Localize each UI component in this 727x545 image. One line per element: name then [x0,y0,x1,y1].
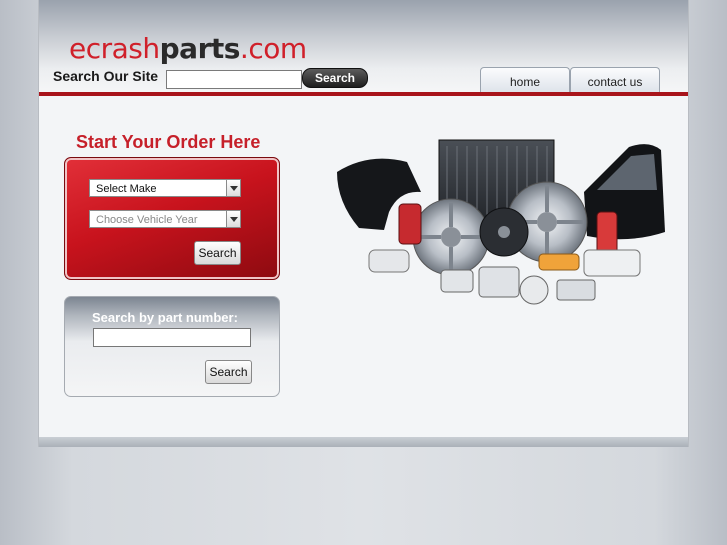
logo-text-com: .com [239,32,307,65]
part-number-label: Search by part number: [92,310,238,325]
footer-band [39,437,688,447]
order-panel: Select Make Choose Vehicle Year Search [64,157,280,280]
site-search-button[interactable]: Search [302,68,368,88]
part-search-button[interactable]: Search [205,360,252,384]
dropdown-arrow-icon[interactable] [226,211,240,227]
make-select-value: Select Make [96,183,157,195]
header-divider [39,92,688,96]
logo-text-ecrash: ecrash [69,32,160,65]
page-container: ecrashparts.com Search Our Site Search h… [38,0,689,447]
part-number-panel: Search by part number: Search [64,296,280,397]
vehicle-year-select[interactable]: Choose Vehicle Year [89,210,241,228]
make-select[interactable]: Select Make [89,179,241,197]
order-title: Start Your Order Here [76,132,261,152]
site-search-label: Search Our Site [53,68,159,84]
logo-text-parts: parts [159,32,241,65]
tab-home[interactable]: home [480,67,570,93]
site-header: ecrashparts.com Search Our Site Search h… [39,0,688,93]
site-logo[interactable]: ecrashparts.com [69,32,307,66]
dropdown-arrow-icon[interactable] [226,180,240,196]
order-search-button[interactable]: Search [194,241,241,265]
tab-contact-us[interactable]: contact us [570,67,660,93]
site-search-input[interactable] [166,70,302,89]
auto-parts-image [337,139,665,305]
year-select-value: Choose Vehicle Year [96,214,198,226]
part-number-input[interactable] [93,328,251,347]
